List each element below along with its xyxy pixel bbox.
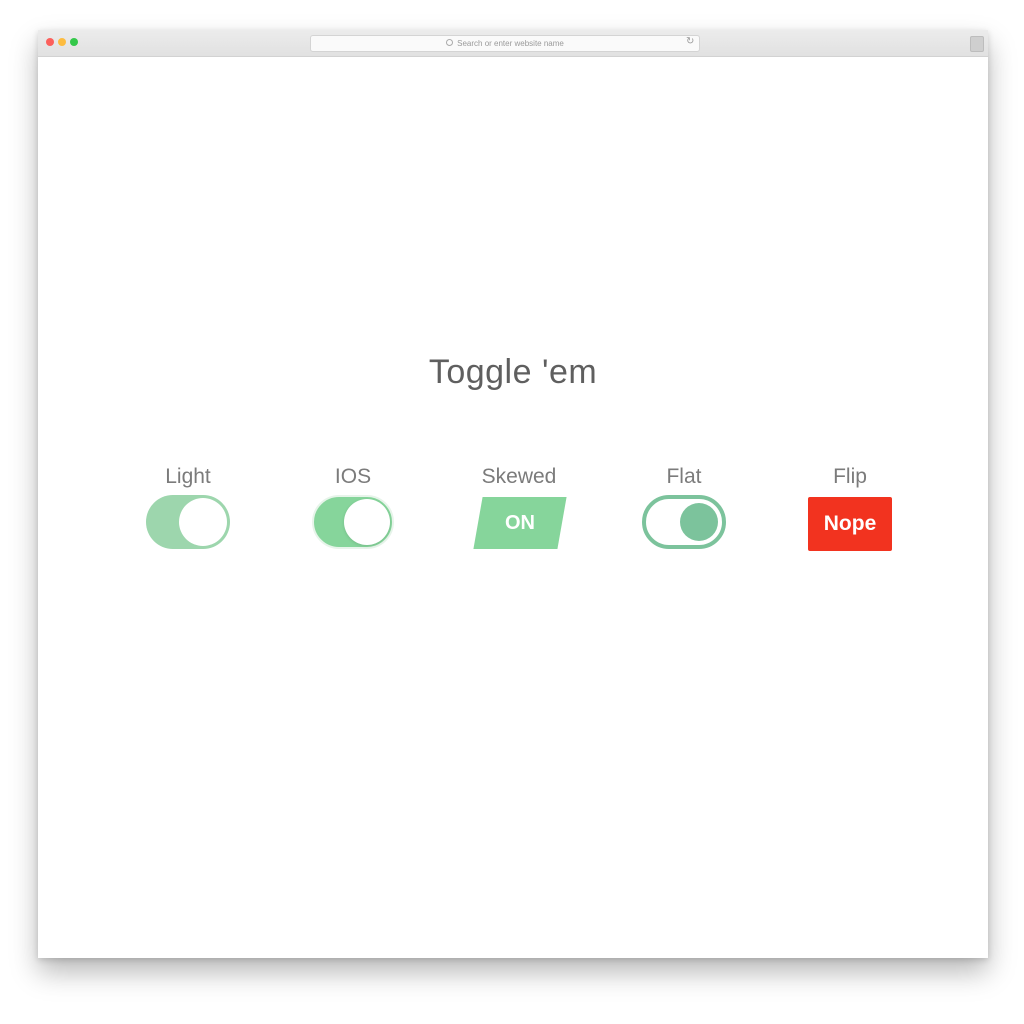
close-window-button[interactable] [46, 38, 54, 46]
flat-toggle[interactable] [642, 495, 726, 549]
skewed-toggle[interactable]: ON [473, 497, 567, 549]
ios-label: IOS [334, 465, 372, 488]
skewed-toggle-text: ON [505, 512, 535, 534]
ios-toggle-knob [344, 499, 390, 545]
flat-toggle-knob [680, 503, 718, 541]
flip-toggle[interactable]: Nope [808, 497, 892, 551]
page-title: Toggle 'em [428, 353, 598, 391]
tabs-overview-button[interactable] [970, 36, 984, 52]
page-content: Toggle 'em Light IOS Skewed Flat Flip ON… [38, 57, 988, 958]
light-label: Light [165, 465, 211, 488]
skewed-label: Skewed [481, 465, 557, 488]
ios-toggle[interactable] [312, 495, 394, 549]
browser-window: Search or enter website name ↻ Toggle 'e… [38, 30, 988, 958]
title-bar: Search or enter website name ↻ [38, 30, 988, 57]
flip-label: Flip [833, 465, 867, 488]
zoom-window-button[interactable] [70, 38, 78, 46]
light-toggle[interactable] [146, 495, 230, 549]
flip-toggle-text: Nope [823, 512, 877, 535]
flat-label: Flat [666, 465, 702, 488]
minimize-window-button[interactable] [58, 38, 66, 46]
reload-icon[interactable]: ↻ [686, 36, 694, 48]
light-toggle-knob [179, 498, 227, 546]
search-icon [446, 39, 454, 47]
address-bar[interactable]: Search or enter website name [310, 35, 700, 52]
address-placeholder: Search or enter website name [457, 39, 564, 48]
